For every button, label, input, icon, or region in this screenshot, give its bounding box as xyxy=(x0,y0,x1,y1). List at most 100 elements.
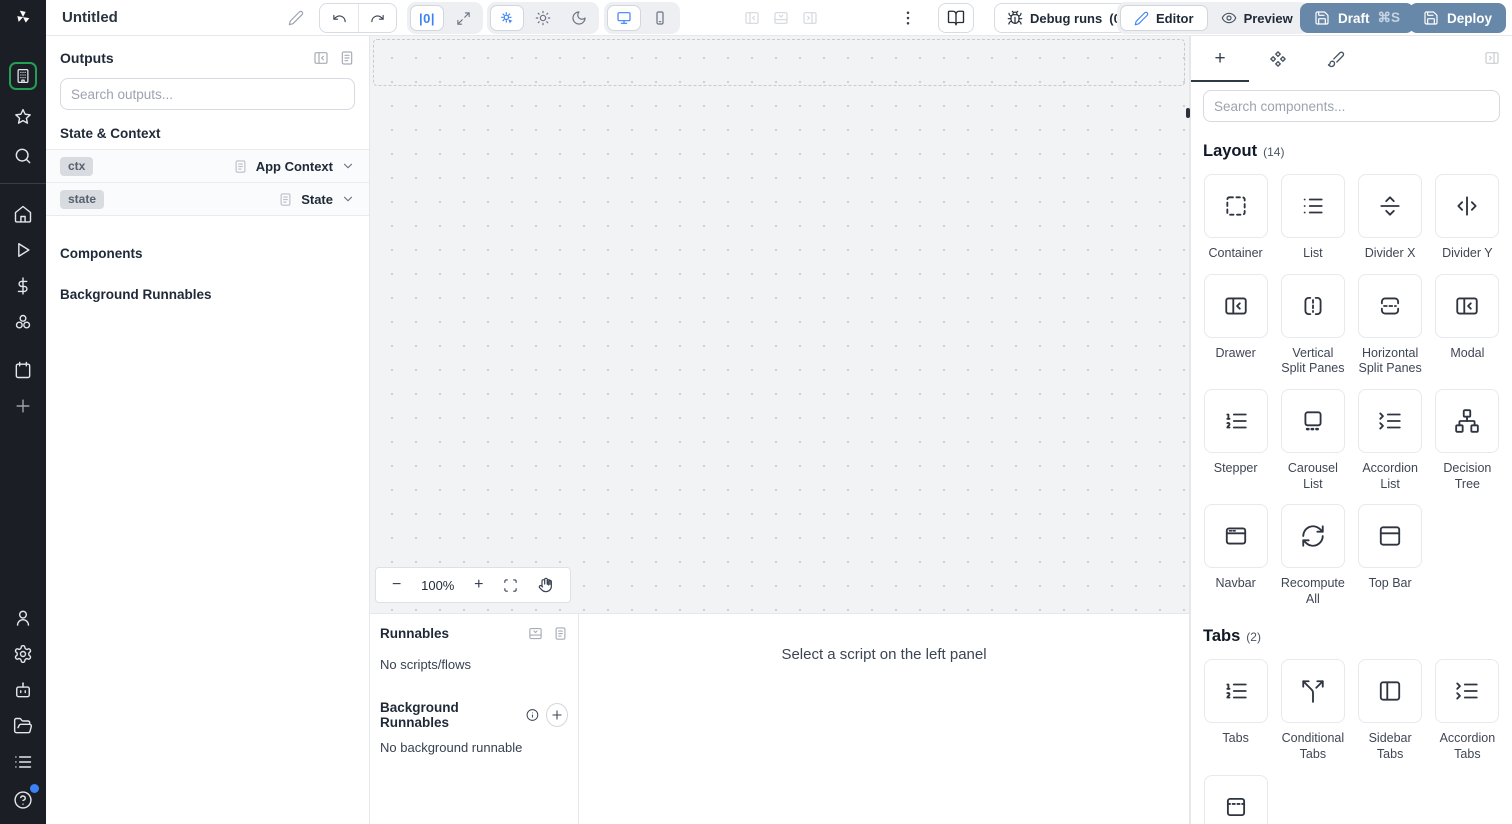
save-icon xyxy=(1314,10,1330,26)
editor-tab[interactable]: Editor xyxy=(1120,5,1208,31)
eye-icon xyxy=(1221,10,1237,26)
chevron-down-icon[interactable] xyxy=(341,192,355,206)
app-window: Untitled |0| Debug runs Editor Preview D… xyxy=(0,0,1512,824)
component-accordion-list[interactable]: Accordion List xyxy=(1358,388,1423,492)
tab-styling[interactable] xyxy=(1307,36,1365,82)
component-conditional-tabs[interactable]: Conditional Tabs xyxy=(1280,659,1345,762)
component-accordion-tabs[interactable]: Accordion Tabs xyxy=(1435,659,1500,762)
theme-auto-icon xyxy=(499,10,515,26)
components-section-label: Components xyxy=(60,246,143,261)
components-panel-tabs: + xyxy=(1191,36,1512,82)
component-tabs[interactable]: Tabs xyxy=(1203,659,1268,762)
device-mobile-button[interactable] xyxy=(643,5,677,31)
sidebar-settings-button[interactable] xyxy=(11,642,35,666)
output-row-ctx[interactable]: ctx App Context xyxy=(46,150,369,183)
tab-insert-component[interactable]: + xyxy=(1191,36,1249,82)
more-options-button[interactable] xyxy=(899,9,917,30)
component-sidebar-tabs[interactable]: Sidebar Tabs xyxy=(1358,659,1423,762)
kebab-menu-icon xyxy=(899,9,917,27)
panel-left-icon xyxy=(744,10,760,26)
canvas-dropzone[interactable] xyxy=(373,39,1185,86)
component-label: Horizontal Split Panes xyxy=(1358,345,1422,376)
device-desktop-button[interactable] xyxy=(607,5,641,31)
sidebar-home-button[interactable] xyxy=(11,202,35,226)
component-drawer[interactable]: Drawer xyxy=(1203,273,1268,377)
component-invisible-tabs-icon[interactable] xyxy=(1203,774,1268,824)
background-runnables-empty-text: No background runnable xyxy=(380,740,523,755)
zoom-toggle-group: |0| xyxy=(407,2,483,34)
component-recompute-all[interactable]: Recompute All xyxy=(1280,504,1345,607)
theme-light-button[interactable] xyxy=(526,5,560,31)
background-runnables-title: Background Runnables xyxy=(380,700,459,730)
list-comp-icon xyxy=(1300,193,1326,219)
vertical-split-icon xyxy=(1300,293,1326,319)
zoom-in-button[interactable]: + xyxy=(474,576,483,594)
theme-auto-button[interactable] xyxy=(490,5,524,31)
runnables-empty-text: No scripts/flows xyxy=(380,657,472,672)
component-list[interactable]: List xyxy=(1280,174,1345,262)
deploy-button[interactable]: Deploy xyxy=(1409,3,1507,33)
chevron-down-icon[interactable] xyxy=(341,159,355,173)
redo-button[interactable] xyxy=(358,4,396,32)
windmill-logo[interactable] xyxy=(0,0,46,36)
component-top-bar[interactable]: Top Bar xyxy=(1358,504,1423,607)
sidebar-user-button[interactable] xyxy=(11,606,35,630)
tab-component-settings[interactable] xyxy=(1249,36,1307,82)
sidebar-robot-button[interactable] xyxy=(11,678,35,702)
runnables-doc-icon[interactable] xyxy=(553,626,568,641)
edit-title-button[interactable] xyxy=(288,10,304,26)
component-label: Top Bar xyxy=(1368,576,1412,591)
section-header-tabs: Tabs (2) xyxy=(1203,627,1500,646)
component-decision-tree[interactable]: Decision Tree xyxy=(1435,388,1500,492)
component-horizontal-split-panes[interactable]: Horizontal Split Panes xyxy=(1358,273,1423,377)
sidebar-calendar-button[interactable] xyxy=(11,358,35,382)
component-label: Recompute All xyxy=(1280,576,1345,606)
pan-mode-button[interactable] xyxy=(538,577,554,593)
docs-button[interactable] xyxy=(938,3,974,33)
sidebar-folder-button[interactable] xyxy=(11,714,35,738)
sidebar-play-button[interactable] xyxy=(11,238,35,262)
outputs-search-input[interactable] xyxy=(71,86,344,102)
add-background-runnable-button[interactable] xyxy=(545,703,568,727)
undo-icon xyxy=(332,11,347,26)
collapse-runnables-panel-icon[interactable] xyxy=(528,626,543,641)
collapse-outputs-panel-icon[interactable] xyxy=(313,50,329,66)
zoom-out-button[interactable]: − xyxy=(392,576,401,594)
zoom-reset-button[interactable]: |0| xyxy=(410,5,444,31)
outputs-doc-icon[interactable] xyxy=(339,50,355,66)
component-container[interactable]: Container xyxy=(1203,174,1268,262)
sidebar-dollar-button[interactable] xyxy=(11,274,35,298)
notification-badge xyxy=(30,784,39,793)
bug-icon xyxy=(1007,10,1023,26)
sidebar-list-button[interactable] xyxy=(11,750,35,774)
star-icon xyxy=(13,107,33,127)
smartphone-icon xyxy=(652,10,668,26)
component-vertical-split-panes[interactable]: Vertical Split Panes xyxy=(1280,273,1345,377)
preview-tab[interactable]: Preview xyxy=(1208,5,1306,31)
sidebar-search-button[interactable] xyxy=(11,144,35,168)
component-divider-y[interactable]: Divider Y xyxy=(1435,174,1500,262)
sidebar-building-button[interactable] xyxy=(9,62,37,90)
fullscreen-icon xyxy=(503,578,518,593)
sidebar-star-button[interactable] xyxy=(11,105,35,129)
component-divider-x[interactable]: Divider X xyxy=(1358,174,1423,262)
fit-view-button[interactable] xyxy=(503,578,518,593)
component-navbar[interactable]: Navbar xyxy=(1203,504,1268,607)
component-stepper[interactable]: Stepper xyxy=(1203,388,1268,492)
undo-button[interactable] xyxy=(320,4,358,32)
theme-dark-button[interactable] xyxy=(562,5,596,31)
app-canvas[interactable]: − 100% + xyxy=(370,36,1190,613)
component-carousel-list[interactable]: Carousel List xyxy=(1280,388,1345,492)
divider-x-icon xyxy=(1377,193,1403,219)
output-badge: ctx xyxy=(60,156,94,176)
sidebar-apps-button[interactable] xyxy=(11,310,35,334)
components-panel: + Layout (14) Container List Divider X Divide… xyxy=(1190,36,1512,824)
apps-icon xyxy=(13,312,33,332)
runnables-title: Runnables xyxy=(380,626,450,641)
components-search-input[interactable] xyxy=(1214,98,1489,114)
draft-button[interactable]: Draft ⌘S xyxy=(1300,3,1415,33)
component-modal[interactable]: Modal xyxy=(1435,273,1500,377)
expand-canvas-button[interactable] xyxy=(446,5,480,31)
output-row-state[interactable]: state State xyxy=(46,183,369,216)
sidebar-plus-button[interactable] xyxy=(11,394,35,418)
